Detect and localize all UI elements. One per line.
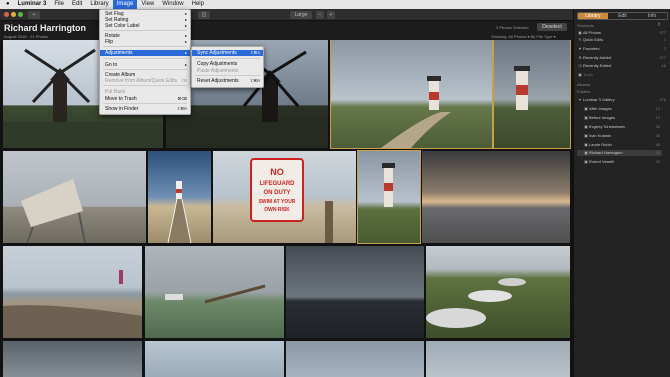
svg-text:NO: NO: [270, 167, 284, 177]
folder-evgeny[interactable]: ▣ Evgeny Tchebotarev 36: [577, 124, 662, 130]
folder-luminar-gallery[interactable]: ▾ Luminar 3 Gallery 376: [577, 97, 668, 103]
minimize-window-button[interactable]: [11, 12, 16, 17]
shortcut-recently-edited[interactable]: ◷ Recently Edited 16: [577, 63, 668, 69]
shortcut-favorites[interactable]: ♥ Favorites 2: [577, 46, 668, 52]
zoom-window-button[interactable]: [18, 12, 23, 17]
menu-divider: [103, 85, 187, 86]
photo-lifeguard-sign[interactable]: NO LIFEGUARD ON DUTY SWIM AT YOUR OWN RISK: [213, 151, 356, 243]
menu-item-show-in-finder[interactable]: Show in Finder ⇧⌘R: [100, 106, 190, 112]
menu-library[interactable]: Library: [86, 0, 112, 9]
zoom-out-button[interactable]: −: [316, 11, 324, 19]
menu-edit[interactable]: Edit: [68, 0, 86, 9]
selected-count: 3 Photos Selected: [496, 25, 529, 30]
menu-divider: [103, 103, 187, 104]
folder-robert[interactable]: ▣ Robert Vanelli 45: [577, 159, 662, 165]
apple-icon[interactable]: ●: [0, 0, 14, 9]
menu-divider: [103, 58, 187, 59]
zoom-size-select[interactable]: Large: [290, 11, 312, 19]
menu-item-set-color-label[interactable]: Set Color Label ▸: [100, 23, 190, 29]
add-photos-icon[interactable]: +: [28, 11, 40, 19]
sidebar-toggle-icon[interactable]: ◫: [198, 11, 210, 19]
menu-item-sync-adjustments[interactable]: Sync Adjustments ⇧⌘S: [192, 50, 263, 56]
shortcut-trash[interactable]: ▣ Trash: [577, 72, 668, 78]
menu-file[interactable]: File: [50, 0, 68, 9]
menu-item-adjustments[interactable]: Adjustments ▸: [100, 50, 190, 56]
svg-text:OWN RISK: OWN RISK: [264, 207, 290, 213]
folder-after-images[interactable]: ▣ After Images 12: [577, 106, 662, 112]
photo-row4-2[interactable]: [145, 341, 284, 377]
photo-rowboats[interactable]: [426, 246, 570, 338]
menu-divider: [195, 75, 260, 76]
chevron-right-icon: ▸: [184, 62, 187, 67]
photo-row4-1[interactable]: [3, 341, 142, 377]
photo-grid: NO LIFEGUARD ON DUTY SWIM AT YOUR OWN RISK: [0, 40, 573, 377]
tab-edit[interactable]: Edit: [608, 13, 638, 19]
menu-bar: ● Luminar 3 File Edit Library Image View…: [0, 0, 670, 9]
shortcut-recently-added[interactable]: ⊕ Recently Added 377: [577, 55, 668, 61]
image-menu: Set Flag ▸ Set Rating ▸ Set Color Label ▸ R…: [99, 9, 191, 115]
photo-lighthouse-3[interactable]: [357, 150, 421, 244]
zoom-in-button[interactable]: +: [327, 11, 335, 19]
menu-divider: [195, 58, 260, 59]
menu-item-put-back: Put Back: [105, 89, 126, 95]
tab-info[interactable]: Info: [637, 13, 667, 19]
folder-laurie[interactable]: ▣ Laurie Rubin 48: [577, 142, 662, 148]
menu-window[interactable]: Window: [158, 0, 187, 9]
tab-library[interactable]: Library: [578, 13, 608, 19]
menu-divider: [103, 69, 187, 70]
photo-pier[interactable]: [145, 246, 284, 338]
menu-view[interactable]: View: [137, 0, 158, 9]
menu-divider: [103, 46, 187, 47]
page-title: Richard Harrington: [4, 23, 87, 33]
photo-boardwalk-lighthouse[interactable]: [148, 151, 211, 243]
svg-text:SWIM AT YOUR: SWIM AT YOUR: [259, 199, 296, 205]
library-sidebar: Library Edit Info ⇧ Shortcuts ▣ All Photo…: [573, 9, 670, 377]
photo-row4-4[interactable]: [426, 341, 570, 377]
albums-heading[interactable]: Albums: [577, 82, 590, 87]
menu-item-reset-adjustments[interactable]: Reset Adjustments ⇧⌘R: [192, 78, 263, 84]
filter-showing[interactable]: Showing: All Photos ▾ By File Type ▾: [491, 34, 556, 39]
menu-item-remove-from-album: Remove from Album/Quick Edits ⌫: [105, 78, 187, 84]
gallery-header: Richard Harrington August 2018 · 21 Phot…: [0, 21, 573, 40]
menu-luminar[interactable]: Luminar 3: [14, 0, 51, 9]
chevron-right-icon: ▸: [184, 23, 187, 28]
menu-item-copy-adjustments[interactable]: Copy Adjustments: [192, 61, 263, 67]
svg-text:LIFEGUARD: LIFEGUARD: [260, 181, 296, 187]
folders-heading[interactable]: Folders: [577, 89, 590, 94]
photo-lighthouse-1[interactable]: [330, 40, 493, 149]
photo-lighthouse-2[interactable]: [493, 40, 571, 149]
photo-lifeguard-stand[interactable]: [3, 151, 146, 243]
menu-item-paste-adjustments: Paste Adjustments: [197, 68, 239, 74]
menu-item-go-to[interactable]: Go to ▸: [100, 62, 190, 68]
sidebar-tabs: Library Edit Info: [577, 12, 668, 20]
photo-shoreline[interactable]: [3, 246, 142, 338]
shortcut-all-photos[interactable]: ▣ All Photos 377: [577, 30, 668, 36]
menu-help[interactable]: Help: [188, 0, 208, 9]
folder-ivan[interactable]: ▣ Ivan Kutanin 36: [577, 133, 662, 139]
menu-divider: [103, 30, 187, 31]
adjustments-submenu: Sync Adjustments ⇧⌘S Copy Adjustments Pas…: [191, 46, 264, 88]
chevron-right-icon: ▸: [184, 50, 187, 55]
menu-image[interactable]: Image: [112, 0, 138, 9]
shortcut-quick-edits[interactable]: ✎ Quick Edits 1: [577, 37, 668, 43]
photo-row4-3[interactable]: [286, 341, 424, 377]
folder-richard[interactable]: ▣ Richard Harrington 21: [577, 150, 662, 156]
photo-dark-sea[interactable]: [286, 246, 424, 338]
close-window-button[interactable]: [4, 12, 9, 17]
svg-text:ON DUTY: ON DUTY: [264, 190, 291, 196]
menu-item-flip[interactable]: Flip ▸: [100, 39, 190, 45]
share-icon[interactable]: ⇧: [657, 22, 661, 28]
chevron-right-icon: ▸: [184, 39, 187, 44]
shortcuts-heading: Shortcuts: [577, 23, 594, 28]
page-subtitle: August 2018 · 21 Photos: [4, 34, 49, 39]
menu-item-move-to-trash[interactable]: Move to Trash ⌘⌫: [100, 96, 190, 102]
folder-before-images[interactable]: ▣ Before Images 12: [577, 115, 662, 121]
deselect-button[interactable]: Deselect: [537, 23, 567, 31]
photo-sunset-beach[interactable]: [422, 151, 570, 243]
